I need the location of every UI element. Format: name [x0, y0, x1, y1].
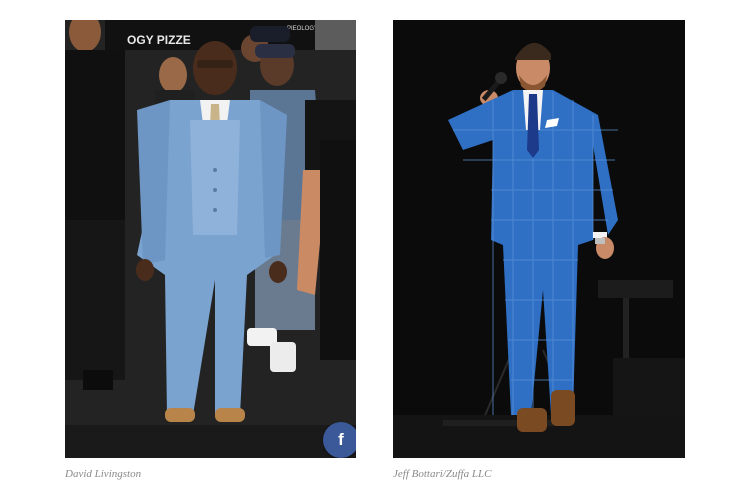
photo-right[interactable]: [393, 20, 685, 458]
sign-text-right: PIEOLOGY: [287, 26, 318, 32]
photo-right-image: [393, 20, 685, 458]
photo-credit-right: Jeff Bottari/Zuffa LLC: [393, 468, 492, 480]
sign-text: OGY PIZZE: [127, 33, 191, 47]
photo-left-image: OGY PIZZE PIEOLOGY: [65, 20, 356, 458]
facebook-icon: f: [338, 430, 344, 449]
facebook-share-button[interactable]: f: [323, 422, 356, 458]
photo-credit-left: David Livingston: [65, 468, 142, 480]
photo-left[interactable]: OGY PIZZE PIEOLOGY f: [65, 20, 356, 458]
